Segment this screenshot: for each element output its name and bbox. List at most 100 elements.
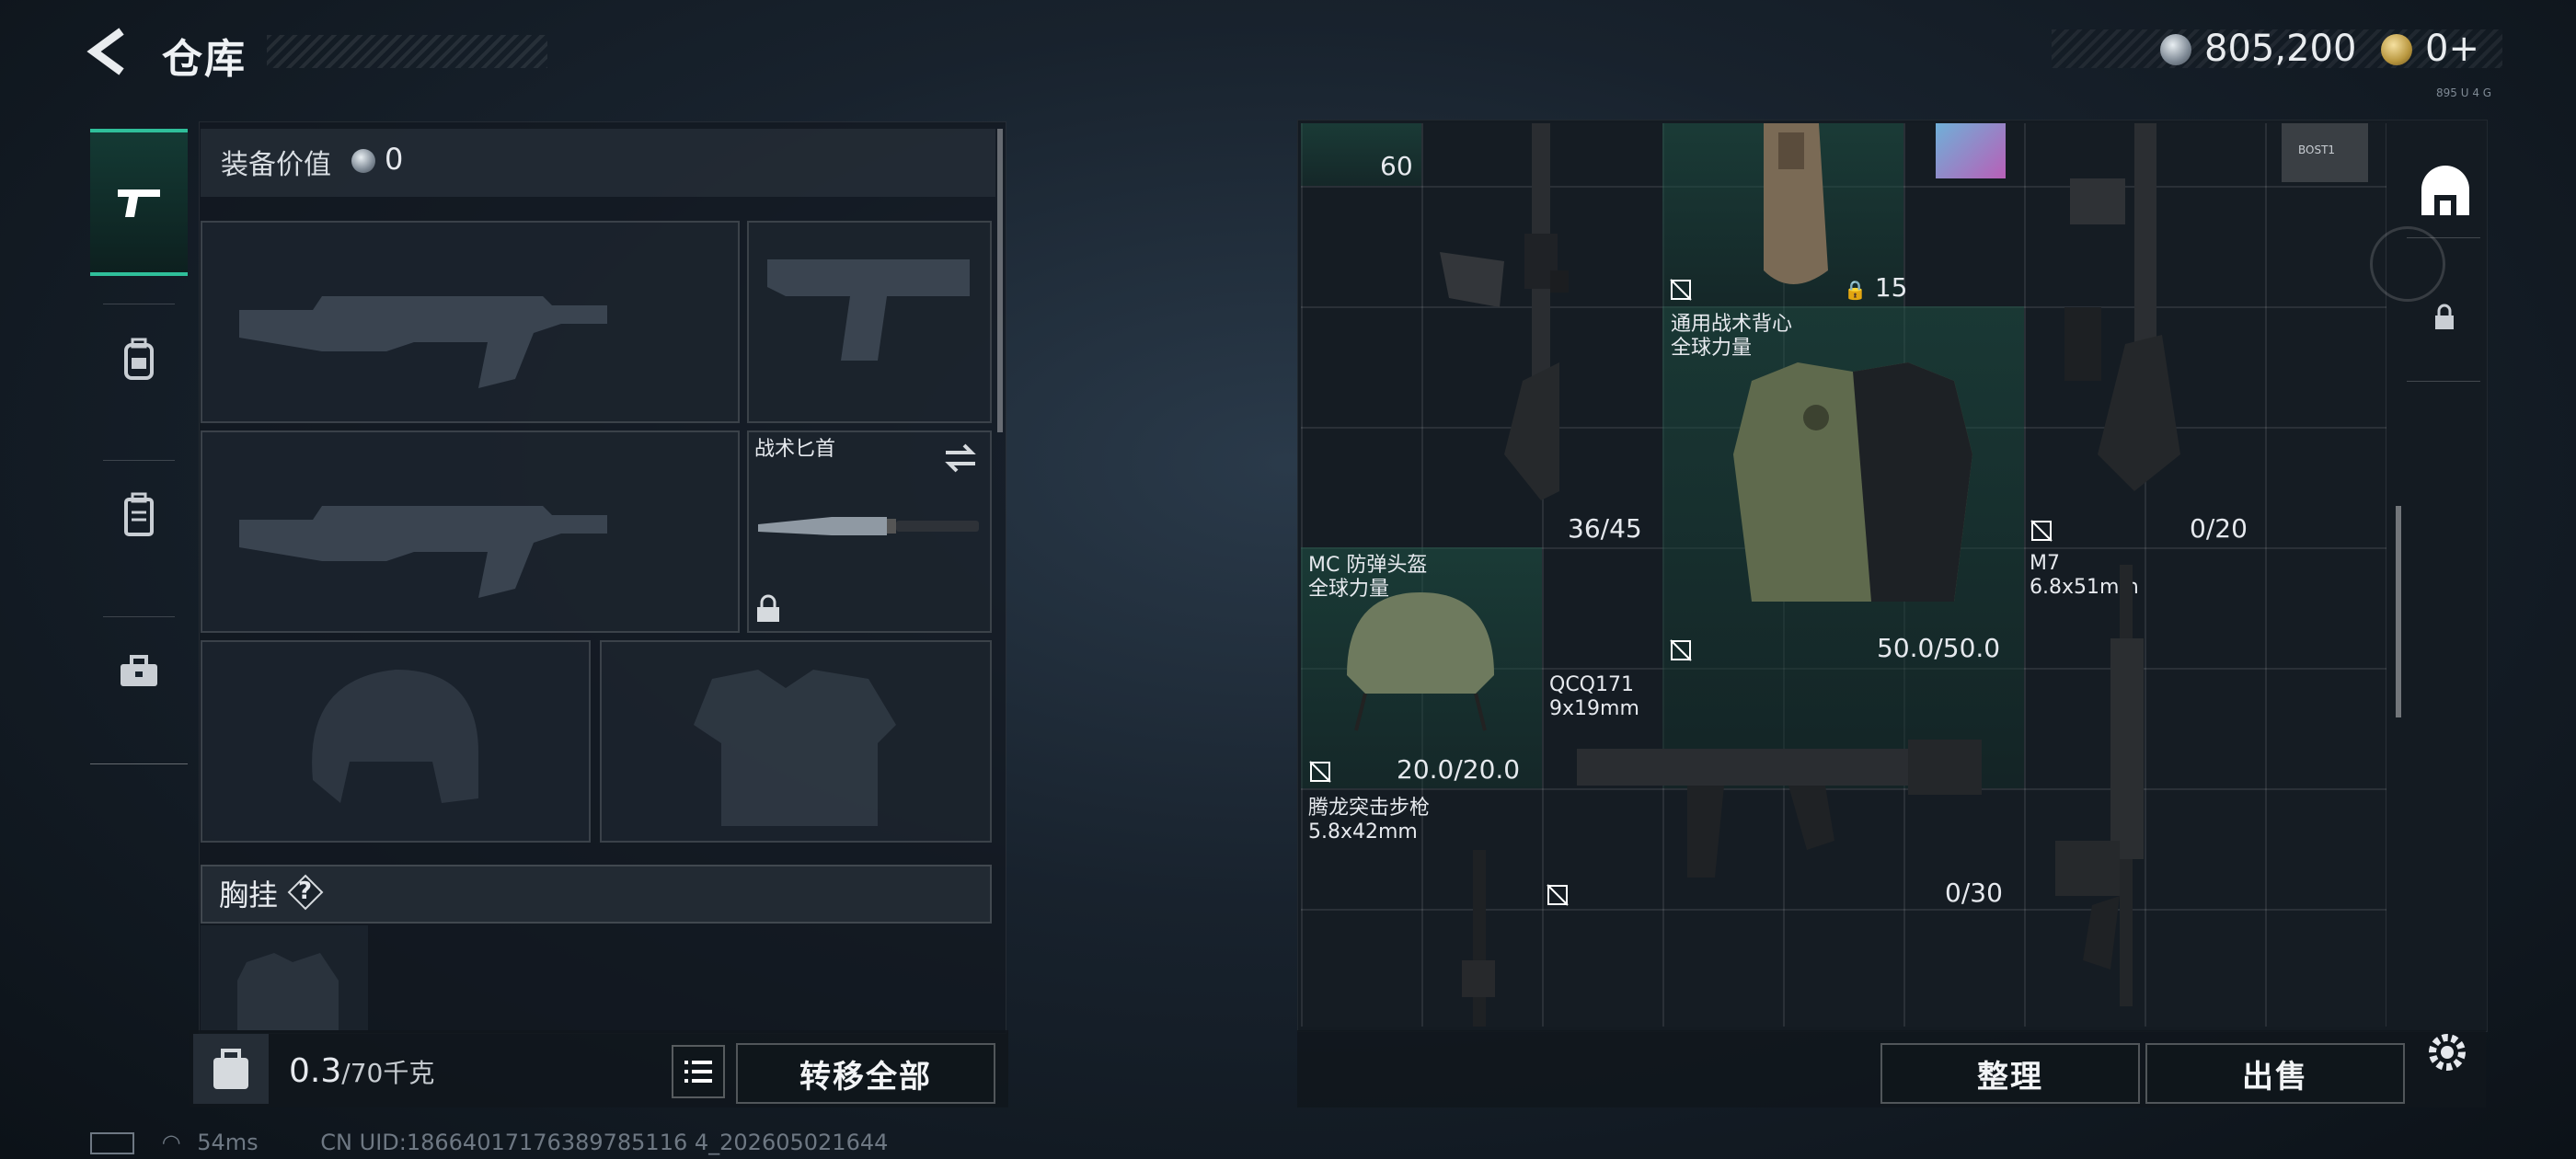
equip-value-label: 装备价值 <box>221 149 331 181</box>
tl-caliber: 5.8x42mm <box>1308 820 1418 843</box>
weight-readout: 0.3/70千克 <box>289 1052 434 1090</box>
knife-name: 战术匕首 <box>754 438 836 461</box>
nav-tab-locker[interactable] <box>90 442 188 589</box>
vest-durability: 50.0/50.0 <box>1877 633 2001 663</box>
backpack-capacity-value: 15 <box>1874 272 1908 303</box>
wifi-icon: ◠ <box>161 1130 181 1155</box>
ping-text: 54ms <box>197 1130 259 1155</box>
smg-icon <box>1577 740 1982 878</box>
weight-max: /70千克 <box>341 1058 435 1088</box>
silver-coin-icon <box>351 149 375 173</box>
side-divider <box>2407 381 2480 382</box>
vest-item[interactable] <box>1715 344 1991 620</box>
gold-coin-icon <box>2381 34 2412 65</box>
assault-rifle-icon <box>2055 565 2144 1006</box>
m7-rifle-item[interactable] <box>2024 123 2265 547</box>
swap-icon[interactable] <box>942 442 979 475</box>
item-value: 60 <box>1380 151 1413 181</box>
rifle-ammo: 36/45 <box>1568 513 1642 544</box>
pistol-slot[interactable] <box>747 221 992 423</box>
backpack-icon <box>124 338 154 380</box>
grid-scrollbar[interactable] <box>2396 506 2401 717</box>
lock-icon <box>2432 304 2456 331</box>
vest-name-line1: 通用战术背心 <box>1671 313 1793 336</box>
tenglong-rifle-item[interactable] <box>1421 850 1542 1027</box>
armor-slot[interactable] <box>600 640 992 843</box>
helmet-silhouette-icon <box>312 670 478 803</box>
rifle-icon <box>1462 850 1495 1027</box>
qcq-ammo: 0/30 <box>1945 878 2003 908</box>
side-nav <box>90 120 188 764</box>
no-insure-icon <box>2030 520 2053 542</box>
rifle-silhouette-icon <box>239 296 607 388</box>
helmet-item[interactable] <box>1328 574 1512 740</box>
primary-weapon-slot-2[interactable] <box>201 430 740 633</box>
title-decoration <box>267 35 547 68</box>
qcq-name: QCQ171 <box>1549 673 1634 696</box>
access-card-item[interactable]: BOST1 <box>2282 123 2368 182</box>
nav-tab-toolbox[interactable] <box>90 598 188 745</box>
back-arrow-icon <box>86 28 124 75</box>
chest-rig-silhouette-icon <box>237 953 339 1030</box>
lock-icon <box>757 594 779 622</box>
weight-current: 0.3 <box>289 1052 342 1090</box>
armor-silhouette-icon <box>694 670 896 826</box>
rifle-silhouette-icon <box>239 506 607 598</box>
nav-tab-backpack[interactable] <box>90 285 188 432</box>
helmet-durability: 20.0/20.0 <box>1397 754 1521 785</box>
status-line: ◠ 54ms CN UID:18664017176389785116 4_202… <box>90 1130 888 1155</box>
back-button[interactable] <box>85 26 132 77</box>
backpack-capacity: 🔒 15 <box>1844 272 1907 303</box>
toolbox-icon <box>121 655 157 686</box>
target-icon <box>2370 226 2445 302</box>
padlock-glyph <box>2435 304 2454 329</box>
rifle-item[interactable] <box>2037 565 2278 1025</box>
m7-rifle-icon <box>2064 123 2180 491</box>
gear-icon <box>2429 1034 2466 1071</box>
card-text: BOST1 <box>2298 143 2336 156</box>
help-mark: ? <box>298 878 313 905</box>
warehouse-grid[interactable]: 60 36/45 🔒 15 通用战术背心 全球力量 50.0/50.0 0/20… <box>1301 123 2386 1027</box>
settings-button[interactable] <box>2421 1027 2473 1078</box>
nav-tab-weapons[interactable] <box>90 129 188 276</box>
helmet-icon <box>1347 592 1494 731</box>
pistol-icon <box>118 189 160 217</box>
help-icon[interactable]: ? <box>287 874 324 911</box>
locker-icon <box>124 492 154 536</box>
battery-icon <box>90 1132 134 1154</box>
pistol-silhouette-icon <box>767 259 970 361</box>
sort-button[interactable]: 整理 <box>1880 1043 2140 1104</box>
page-title: 仓库 <box>162 36 247 83</box>
no-insure-icon <box>1547 884 1569 906</box>
list-view-button[interactable] <box>672 1045 725 1098</box>
qcq171-item[interactable] <box>1558 712 2018 896</box>
container-tab-button[interactable] <box>2416 162 2475 221</box>
tactical-vest-icon <box>1733 362 1972 602</box>
rifle-icon <box>1440 123 1569 500</box>
list-icon <box>684 1061 712 1083</box>
transfer-all-button[interactable]: 转移全部 <box>736 1043 995 1104</box>
loadout-scrollbar[interactable] <box>997 129 1003 432</box>
rifle-item[interactable] <box>1421 123 1662 547</box>
primary-weapon-slot-1[interactable] <box>201 221 740 423</box>
version-text: 895 U 4 G <box>2436 86 2492 99</box>
money-amount: 805,200 <box>2204 28 2357 70</box>
card-item[interactable] <box>1936 123 2006 178</box>
chest-rig-slot[interactable] <box>201 925 368 1030</box>
gold-amount[interactable]: 0+ <box>2425 28 2479 70</box>
weight-bag-button[interactable] <box>193 1034 269 1104</box>
chest-rig-label: 胸挂 <box>219 878 279 912</box>
uid-text: CN UID:18664017176389785116 4_2026050216… <box>320 1130 889 1155</box>
equip-value: 0 <box>385 142 404 177</box>
helmet-slot[interactable] <box>201 640 591 843</box>
weight-icon <box>213 1049 248 1089</box>
no-insure-icon <box>1670 639 1692 661</box>
sell-button[interactable]: 出售 <box>2145 1043 2405 1104</box>
lock-icon: 🔒 <box>1844 279 1867 301</box>
no-insure-icon <box>1670 279 1692 301</box>
safe-box-icon <box>2421 166 2469 215</box>
m7-ammo: 0/20 <box>2190 513 2248 544</box>
silver-coin-icon <box>2160 34 2191 65</box>
no-insure-icon <box>1309 761 1331 783</box>
tl-name: 腾龙突击步枪 <box>1308 797 1431 820</box>
